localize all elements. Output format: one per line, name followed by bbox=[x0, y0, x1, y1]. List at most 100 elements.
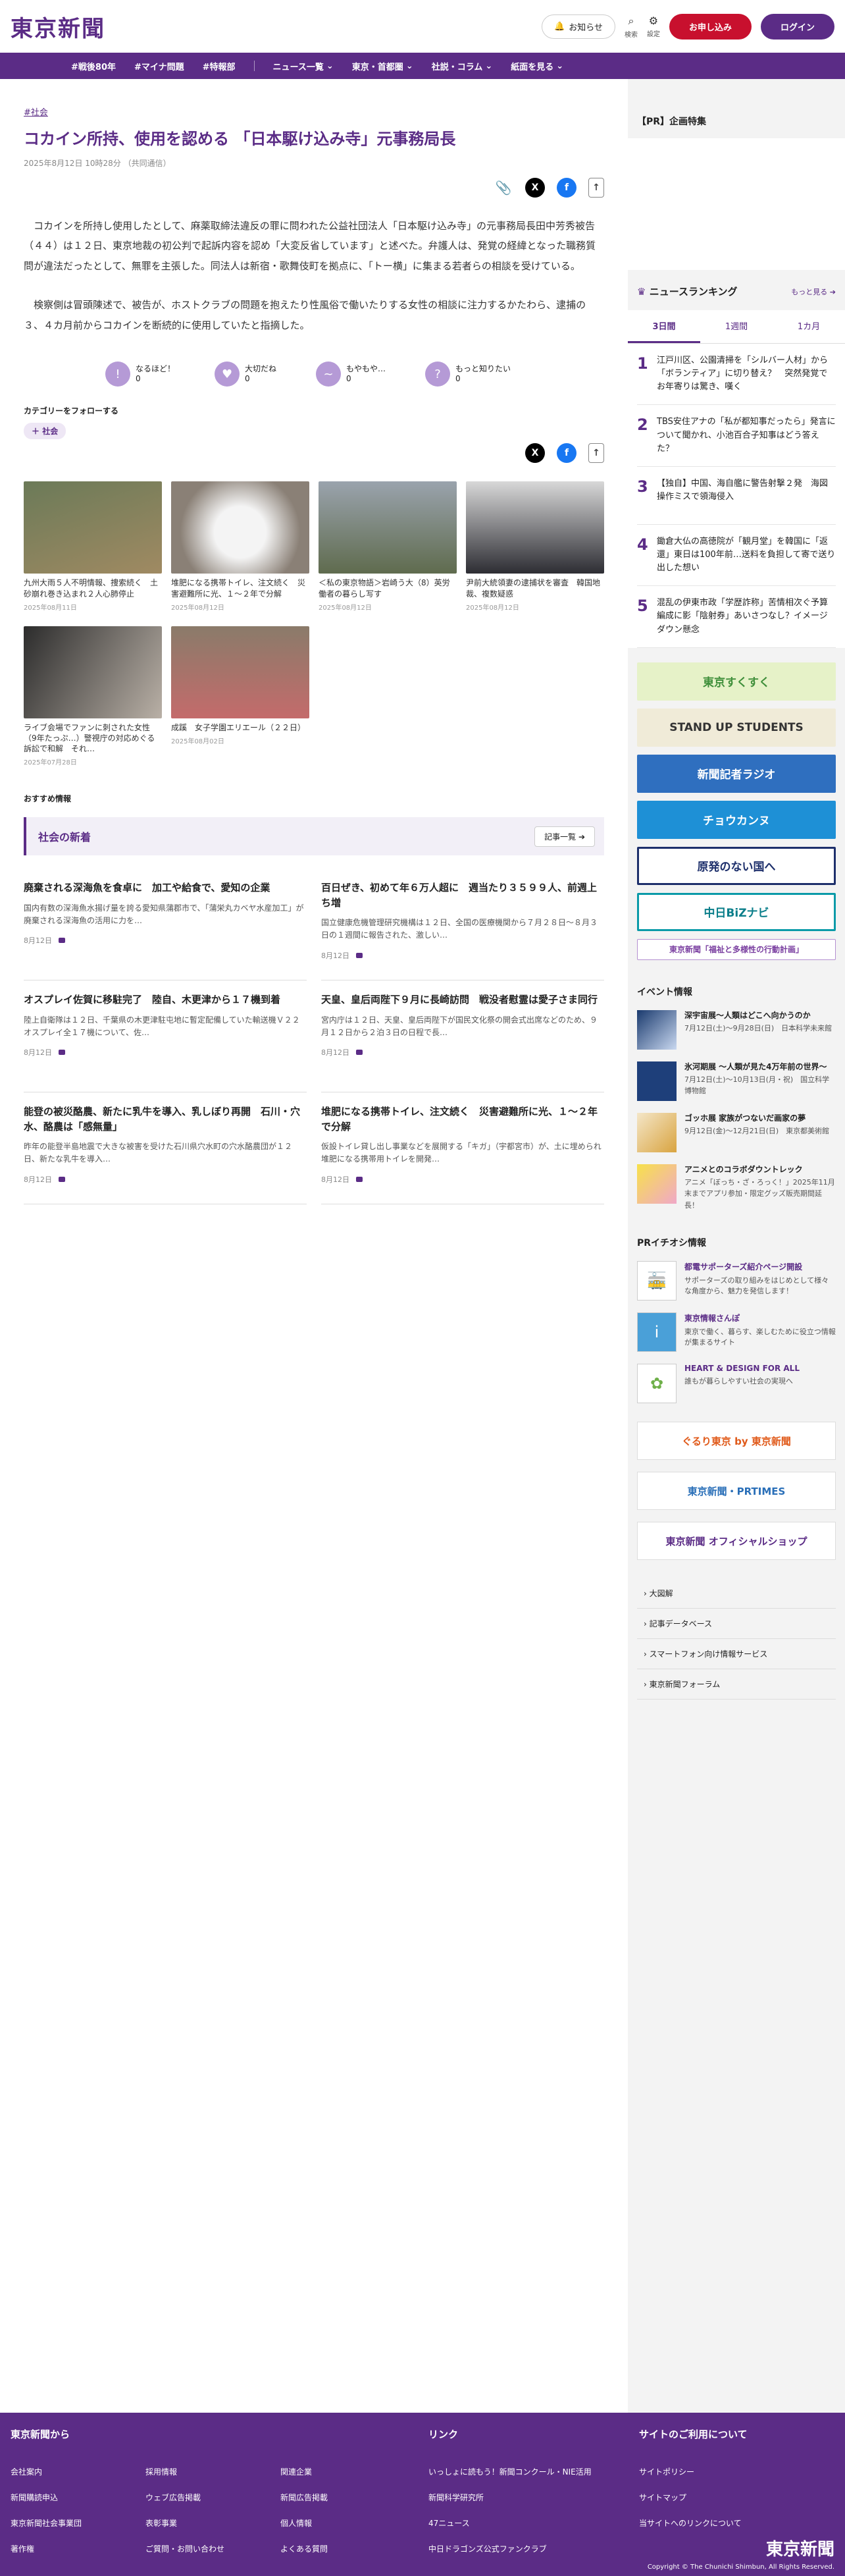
sidebar-link[interactable]: › 東京新聞フォーラム bbox=[637, 1669, 836, 1700]
notice-button[interactable]: 🔔 お知らせ bbox=[542, 14, 615, 39]
ranking-item[interactable]: 5 混乱の伊東市政「学歴詐称」苦情相次ぐ予算編成に影「陰射券」あいさつなし？イメー… bbox=[637, 586, 836, 648]
footer-link[interactable]: 当サイトへのリンクについて bbox=[639, 2517, 748, 2529]
news-item[interactable]: 堆肥になる携帯トイレ、注文続く 災害避難所に光、１〜２年で分解 仮設トイレ貸し出し… bbox=[321, 1092, 604, 1205]
related-article[interactable]: ＜私の東京物語＞岩崎う大（8）英労働者の暮らし写す 2025年08月12日 bbox=[319, 481, 457, 612]
reaction-naruhodo[interactable]: ! なるほど！ 0 bbox=[105, 362, 175, 387]
pr-pickup-item[interactable]: ✿ HEART & DESIGN FOR ALL 誰もが暮らしやすい社会の実現へ bbox=[637, 1364, 836, 1404]
share-bar-bottom: X f ↑ bbox=[24, 443, 604, 464]
nav-item-news-list[interactable]: ニュース一覧 ⌄ bbox=[273, 60, 334, 72]
ranking-more-link[interactable]: もっと見る ➔ bbox=[791, 286, 836, 297]
facebook-share-icon[interactable]: f bbox=[557, 177, 576, 198]
footer-link[interactable]: 会社案内 bbox=[11, 2466, 145, 2477]
tab-1week[interactable]: 1週間 bbox=[700, 310, 773, 343]
x-share-icon[interactable]: X bbox=[525, 177, 545, 198]
footer-link[interactable]: 47ニュース bbox=[428, 2517, 639, 2529]
article-list-button[interactable]: 記事一覧 ➔ bbox=[534, 826, 595, 847]
footer-link[interactable]: よくある質問 bbox=[280, 2543, 415, 2554]
thumbnail-image bbox=[171, 481, 309, 574]
settings-button[interactable]: ⚙ 設定 bbox=[647, 14, 660, 38]
event-desc: 9月12日(金)〜12月21日(日) 東京都美術館 bbox=[684, 1127, 830, 1136]
reaction-taisetsu[interactable]: ♥ 大切だね 0 bbox=[215, 362, 276, 387]
follow-category-chip[interactable]: ＋ 社会 bbox=[24, 423, 66, 440]
banner-standup-students[interactable]: STAND UP STUDENTS bbox=[637, 708, 836, 747]
footer-col-title: リンク bbox=[428, 2428, 459, 2440]
footer-link[interactable]: 表彰事業 bbox=[145, 2517, 280, 2529]
footer-link[interactable]: 中日ドラゴンズ公式ファンクラブ bbox=[428, 2543, 639, 2554]
nav-item-tokuhou[interactable]: #特報部 bbox=[203, 60, 236, 72]
footer-link[interactable]: サイトポリシー bbox=[639, 2466, 748, 2477]
related-article[interactable]: 九州大雨５人不明情報、捜索続く 土砂崩れ巻き込まれ２人心肺停止 2025年08月1… bbox=[24, 481, 162, 612]
banner-gururi-tokyo[interactable]: ぐるり東京 by 東京新聞 bbox=[637, 1422, 836, 1461]
footer-link[interactable]: 新聞購読申込 bbox=[11, 2492, 145, 2503]
sidebar-link[interactable]: › スマートフォン向け情報サービス bbox=[637, 1639, 836, 1670]
news-item[interactable]: 百日ぜき、初めて年６万人超に 週当たり３５９９人、前週上ち増 国立健康危機管理研究… bbox=[321, 869, 604, 981]
footer-link[interactable]: ご質問・お問い合わせ bbox=[145, 2543, 280, 2554]
footer-link[interactable]: 東京新聞社会事業団 bbox=[11, 2517, 145, 2529]
share-icon[interactable]: ↑ bbox=[588, 443, 604, 464]
banner-diversity[interactable]: 東京新聞「福祉と多様性の行動計画」 bbox=[637, 938, 836, 960]
reaction-moyamoya[interactable]: ~ もやもや… 0 bbox=[316, 362, 386, 387]
footer-link[interactable]: 新聞科学研究所 bbox=[428, 2492, 639, 2503]
reaction-motto[interactable]: ? もっと知りたい 0 bbox=[425, 362, 511, 387]
footer-link[interactable]: 新聞広告掲載 bbox=[280, 2492, 415, 2503]
nav-item-war80[interactable]: #戦後80年 bbox=[71, 60, 116, 72]
tab-1month[interactable]: 1カ月 bbox=[773, 310, 845, 343]
footer-link[interactable]: サイトマップ bbox=[639, 2492, 748, 2503]
article-tag[interactable]: #社会 bbox=[24, 108, 48, 118]
footer-link[interactable]: 採用情報 bbox=[145, 2466, 280, 2477]
sidebar-link[interactable]: › 大図解 bbox=[637, 1578, 836, 1609]
related-article[interactable]: 成蹊 女子学園エリエール（２２日） 2025年08月02日 bbox=[171, 626, 309, 767]
related-article[interactable]: 尹前大統領妻の逮捕状を審査 韓国地裁、複数疑惑 2025年08月12日 bbox=[466, 481, 604, 612]
event-item[interactable]: アニメとのコラボダウントレック アニメ「ぼっち・ざ・ろっく！」2025年11月末ま… bbox=[637, 1164, 836, 1212]
sidebar-link[interactable]: › 記事データベース bbox=[637, 1609, 836, 1640]
x-share-icon[interactable]: X bbox=[525, 443, 545, 464]
footer-link[interactable]: 著作権 bbox=[11, 2543, 145, 2554]
related-article[interactable]: 堆肥になる携帯トイレ、注文続く 災害避難所に光、１〜２年で分解 2025年08月1… bbox=[171, 481, 309, 612]
event-item[interactable]: ゴッホ展 家族がつないだ画家の夢 9月12日(金)〜12月21日(日) 東京都美術… bbox=[637, 1112, 836, 1152]
pr-pickup-item[interactable]: i 東京情報さんぽ 東京で働く、暮らす、楽しむために役立つ情報が集まるサイト bbox=[637, 1312, 836, 1353]
ranking-item[interactable]: 3 【独自】中国、海自艦に警告射撃２発 海図操作ミスで領海侵入 bbox=[637, 467, 836, 525]
footer-link[interactable]: 関連企業 bbox=[280, 2466, 415, 2477]
ranking-item[interactable]: 1 江戸川区、公園清掃を「シルバー人材」から「ボランティア」に切り替え？ 突然発覚… bbox=[637, 344, 836, 406]
footer-link[interactable]: いっしょに読もう！新聞コンクール・NIE活用 bbox=[428, 2466, 639, 2477]
ranking-item[interactable]: 4 鋤倉大仏の高徳院が「観月堂」を韓国に「返還」東日は100年前…送料を負担して寄… bbox=[637, 525, 836, 587]
banner-sukusuku[interactable]: 東京すくすく bbox=[637, 662, 836, 701]
related-article[interactable]: ライブ会場でファンに刺された女性（9年たっぷ…）警視庁の対応めぐる訴訟で和解 そ… bbox=[24, 626, 162, 766]
nav-item-tokyo[interactable]: 東京・首都圏 ⌄ bbox=[352, 60, 413, 72]
banner-official-shop[interactable]: 東京新聞 オフィシャルショップ bbox=[637, 1522, 836, 1561]
reaction-label: もっと知りたい bbox=[455, 363, 511, 373]
banner-reporter-radio[interactable]: 新聞記者ラジオ bbox=[637, 754, 836, 793]
ranking-item[interactable]: 2 TBS安住アナの「私が都知事だったら」発言について聞かれ、小池百合子知事はどう… bbox=[637, 405, 836, 467]
banner-chokankun[interactable]: チョウカンヌ bbox=[637, 800, 836, 839]
banner-prtimes[interactable]: 東京新聞・PRTIMES bbox=[637, 1472, 836, 1511]
ranking-tabs: 3日間 1週間 1カ月 bbox=[628, 310, 845, 344]
banner-chunichi-biz[interactable]: 中日BiZナビ bbox=[637, 892, 836, 931]
nav-item-editorial[interactable]: 社説・コラム ⌄ bbox=[432, 60, 493, 72]
subscribe-button[interactable]: お申し込み bbox=[669, 13, 752, 40]
recommend-label: おすすめ情報 bbox=[24, 794, 72, 804]
news-item[interactable]: 天皇、皇后両陛下９月に長崎訪問 戦没者慰霊は愛子さま同行 宮内庁は１２日、天皇、皇… bbox=[321, 980, 604, 1093]
facebook-share-icon[interactable]: f bbox=[557, 443, 576, 464]
footer-logo[interactable]: 東京新聞 bbox=[766, 2536, 834, 2560]
tram-icon: 🚋 bbox=[637, 1261, 677, 1301]
news-item[interactable]: 能登の被災酪農、新たに乳牛を導入、乳しぼり再開 石川・穴水、酪農は「感無量」 昨年… bbox=[24, 1092, 307, 1205]
search-button[interactable]: ⌕ 検索 bbox=[625, 14, 638, 39]
site-logo[interactable]: 東京新聞 bbox=[11, 11, 105, 43]
event-item[interactable]: 深宇宙展〜人類はどこへ向かうのか 7月12日(土)〜9月28日(日) 日本科学未来… bbox=[637, 1009, 836, 1050]
banner-no-nuclear[interactable]: 原発のない国へ bbox=[637, 846, 836, 885]
event-item[interactable]: 氷河期展 〜人類が見た4万年前の世界〜 7月12日(土)〜10月13日(月・祝) … bbox=[637, 1061, 836, 1101]
pr-pickup-item[interactable]: 🚋 都電サポーターズ紹介ページ開設 サポーターズの取り組みをはじめとして様々な角度か… bbox=[637, 1261, 836, 1301]
news-item[interactable]: 廃棄される深海魚を食卓に 加工や給食で、愛知の企業 国内有数の深海魚水揚げ量を誇る… bbox=[24, 869, 307, 981]
share-icon[interactable]: ↑ bbox=[588, 177, 604, 198]
login-button[interactable]: ログイン bbox=[760, 13, 834, 40]
clip-icon[interactable]: 📎 bbox=[494, 178, 513, 198]
footer-link[interactable]: ウェブ広告掲載 bbox=[145, 2492, 280, 2503]
news-item[interactable]: オスプレイ佐賀に移駐完了 陸自、木更津から１７機到着 陸上自衛隊は１２日、千葉県の… bbox=[24, 980, 307, 1093]
footer-link[interactable]: 個人情報 bbox=[280, 2517, 415, 2529]
social-news-title: 社会の新着 bbox=[38, 831, 91, 844]
nav-item-myna[interactable]: #マイナ問題 bbox=[134, 60, 184, 72]
copyright: Copyright © The Chunichi Shimbun, All Ri… bbox=[647, 2563, 834, 2571]
tab-3days[interactable]: 3日間 bbox=[628, 310, 700, 343]
nav-item-paper[interactable]: 紙面を見る ⌄ bbox=[511, 60, 563, 72]
news-date: 8月12日 bbox=[321, 951, 349, 960]
